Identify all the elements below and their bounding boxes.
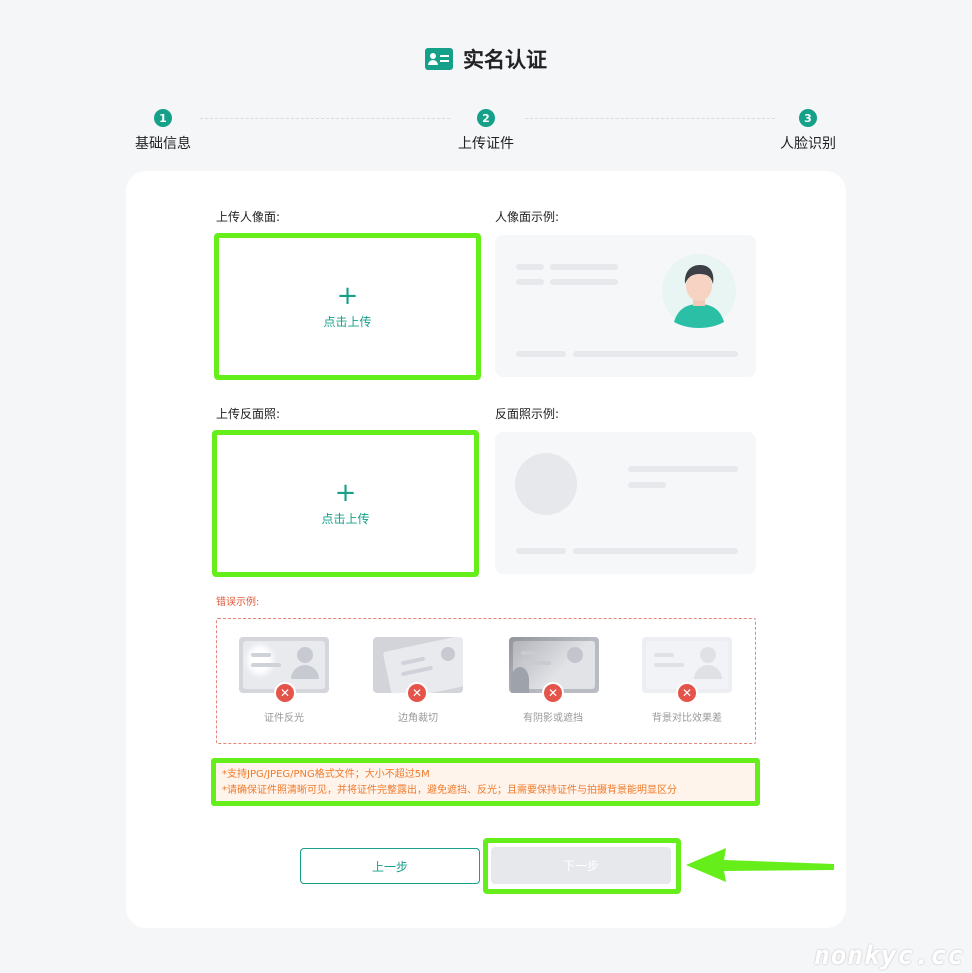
- error-examples-label: 错误示例:: [216, 597, 260, 608]
- example-back-image: [495, 432, 756, 574]
- error-shadow-caption: 有阴影或遮挡: [523, 713, 583, 724]
- step-1-badge: 1: [154, 109, 172, 127]
- step-1-label: 基础信息: [135, 136, 191, 152]
- placeholder-bar: [550, 279, 618, 285]
- error-reflection-caption: 证件反光: [264, 713, 304, 724]
- watermark-text: nonkyc.cc: [814, 941, 964, 971]
- id-card-icon: [425, 48, 453, 70]
- placeholder-bar: [550, 264, 618, 270]
- upload-front-text: 点击上传: [323, 315, 372, 329]
- notice-line-1: *支持JPG/JPEG/PNG格式文件；大小不超过5M: [222, 769, 430, 780]
- upload-front-label: 上传人像面:: [216, 210, 281, 224]
- upload-front-button[interactable]: + 点击上传: [214, 233, 481, 380]
- arrow-left-icon: [686, 848, 834, 882]
- plus-icon: +: [336, 281, 359, 311]
- step-3-badge: 3: [799, 109, 817, 127]
- upload-notice: *支持JPG/JPEG/PNG格式文件；大小不超过5M *请确保证件照清晰可见，…: [211, 758, 760, 806]
- previous-step-button[interactable]: 上一步: [300, 848, 480, 884]
- plus-icon: +: [334, 478, 357, 508]
- step-2-badge: 2: [477, 109, 495, 127]
- portrait-avatar-icon: [662, 254, 736, 328]
- placeholder-bar: [516, 264, 544, 270]
- page-header: 实名认证: [0, 44, 972, 74]
- error-cropped-caption: 边角裁切: [398, 713, 438, 724]
- placeholder-bar: [628, 466, 738, 472]
- placeholder-bar: [628, 482, 666, 488]
- upload-back-label: 上传反面照:: [216, 407, 281, 421]
- close-icon: ✕: [406, 682, 428, 704]
- close-icon: ✕: [542, 682, 564, 704]
- placeholder-bar: [573, 351, 738, 357]
- step-3-label: 人脸识别: [780, 136, 836, 152]
- example-front-label: 人像面示例:: [495, 210, 560, 224]
- step-connector-2: [525, 118, 775, 119]
- placeholder-bar: [516, 279, 544, 285]
- page-title: 实名认证: [463, 48, 547, 72]
- error-contrast-caption: 背景对比效果差: [652, 713, 722, 724]
- emblem-placeholder: [515, 453, 577, 515]
- placeholder-bar: [573, 548, 738, 554]
- notice-line-2: *请确保证件照清晰可见，并将证件完整露出，避免遮挡、反光；且需要保持证件与拍摄背…: [222, 785, 677, 796]
- placeholder-bar: [516, 351, 566, 357]
- placeholder-bar: [516, 548, 566, 554]
- next-step-button[interactable]: 下一步: [491, 847, 671, 884]
- example-front-image: [495, 235, 756, 377]
- upload-back-text: 点击上传: [321, 512, 370, 526]
- example-back-label: 反面照示例:: [495, 407, 560, 421]
- step-connector-1: [200, 118, 450, 119]
- close-icon: ✕: [676, 682, 698, 704]
- step-2-label: 上传证件: [458, 136, 514, 152]
- upload-back-button[interactable]: + 点击上传: [212, 430, 479, 577]
- close-icon: ✕: [274, 682, 296, 704]
